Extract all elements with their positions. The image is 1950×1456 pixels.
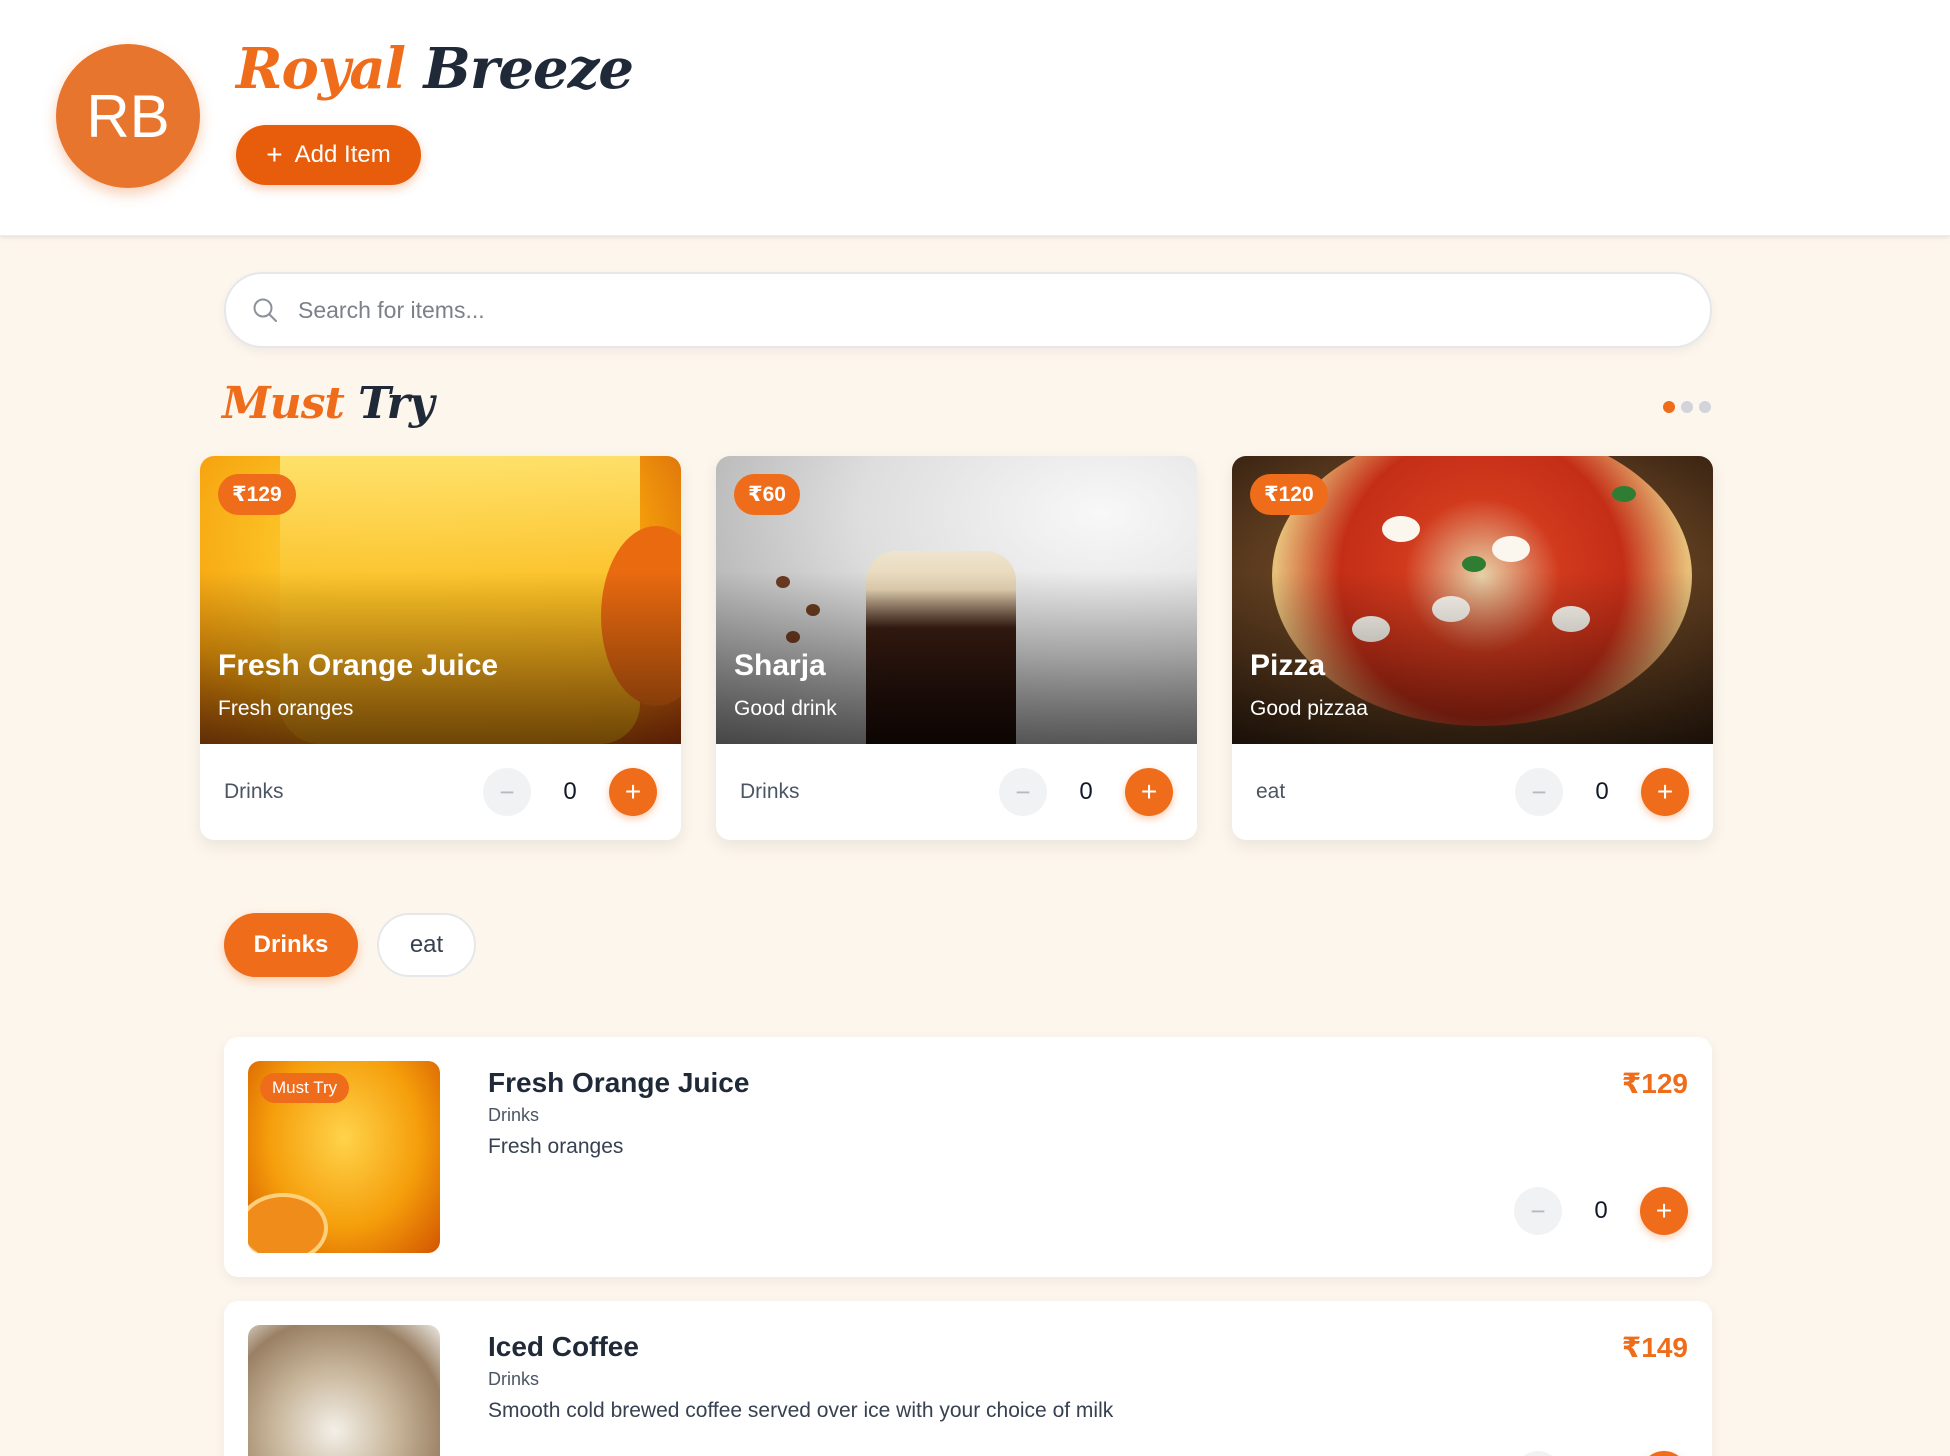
search-bar[interactable] xyxy=(224,272,1712,348)
card-image-orange-juice: ₹129 Fresh Orange Juice Fresh oranges xyxy=(200,456,681,744)
item-name: Fresh Orange Juice xyxy=(488,1067,750,1098)
card-name: Fresh Orange Juice xyxy=(218,649,499,682)
brand-title-part2: Breeze xyxy=(423,36,635,102)
brand-title: Royal Breeze xyxy=(236,36,635,102)
item-description: Fresh oranges xyxy=(488,1135,624,1158)
decrease-button[interactable]: − xyxy=(999,768,1047,816)
card-description: Fresh oranges xyxy=(218,697,354,720)
avatar-initials: RB xyxy=(86,82,170,150)
carousel-indicator xyxy=(1663,401,1711,413)
must-try-card[interactable]: ₹120 Pizza Good pizzaa eat − 0 + xyxy=(1232,456,1713,840)
search-icon xyxy=(253,298,277,322)
quantity-value: 0 xyxy=(1594,1197,1608,1224)
quantity-stepper: − 0 + xyxy=(1514,1187,1688,1235)
quantity-value: 0 xyxy=(563,778,577,805)
menu-list-item[interactable]: Must Try Fresh Orange Juice Drinks Fresh… xyxy=(224,1037,1712,1277)
minus-icon: − xyxy=(499,776,515,807)
plus-icon: + xyxy=(266,139,283,170)
carousel-dot[interactable] xyxy=(1699,401,1711,413)
item-price: ₹149 xyxy=(1621,1332,1688,1363)
carousel-dot[interactable] xyxy=(1663,401,1675,413)
quantity-stepper: − 0 + xyxy=(999,768,1173,816)
card-image-sharja: ₹60 Sharja Good drink xyxy=(716,456,1197,744)
quantity-stepper: − 0 + xyxy=(1515,768,1689,816)
quantity-value: 0 xyxy=(1079,778,1093,805)
item-name: Iced Coffee xyxy=(488,1331,639,1362)
decrease-button[interactable]: − xyxy=(1514,1187,1562,1235)
card-name: Sharja xyxy=(734,649,826,682)
quantity-stepper: − 0 + xyxy=(483,768,657,816)
card-description: Good drink xyxy=(734,697,837,720)
card-footer: Drinks − 0 + xyxy=(200,744,681,840)
minus-icon: − xyxy=(1531,776,1547,807)
item-category: Drinks xyxy=(488,1105,540,1125)
must-try-card[interactable]: ₹129 Fresh Orange Juice Fresh oranges Dr… xyxy=(200,456,681,840)
add-item-button[interactable]: + Add Item xyxy=(236,125,421,185)
price-badge: ₹129 xyxy=(218,474,296,515)
quantity-value: 0 xyxy=(1595,778,1609,805)
card-footer: eat − 0 + xyxy=(1232,744,1713,840)
must-try-title-part1: Must xyxy=(222,378,345,429)
item-description: Smooth cold brewed coffee served over ic… xyxy=(488,1399,1114,1422)
increase-button[interactable]: + xyxy=(1641,768,1689,816)
card-category: Drinks xyxy=(740,780,800,803)
price-badge: ₹120 xyxy=(1250,474,1328,515)
plus-icon: + xyxy=(1655,1195,1673,1226)
brand-title-part1: Royal xyxy=(236,36,406,102)
decrease-button[interactable]: − xyxy=(483,768,531,816)
increase-button[interactable]: + xyxy=(1640,1187,1688,1235)
category-tab-eat[interactable]: eat xyxy=(377,913,476,977)
carousel-dot[interactable] xyxy=(1681,401,1693,413)
search-input[interactable] xyxy=(298,296,1648,324)
avatar[interactable]: RB xyxy=(56,44,200,188)
card-category: Drinks xyxy=(224,780,284,803)
minus-icon: − xyxy=(1015,776,1031,807)
item-thumbnail xyxy=(248,1325,440,1456)
card-description: Good pizzaa xyxy=(1250,697,1368,720)
minus-icon: − xyxy=(1530,1195,1546,1226)
item-category: Drinks xyxy=(488,1369,540,1389)
increase-button[interactable]: + xyxy=(1125,768,1173,816)
menu-list-item[interactable]: Iced Coffee Drinks Smooth cold brewed co… xyxy=(224,1301,1712,1456)
must-try-title-part2: Try xyxy=(358,378,434,429)
quantity-stepper: − 0 + xyxy=(1514,1451,1688,1456)
card-image-pizza: ₹120 Pizza Good pizzaa xyxy=(1232,456,1713,744)
plus-icon: + xyxy=(1140,776,1158,807)
decrease-button[interactable]: − xyxy=(1514,1451,1562,1456)
add-item-label: Add Item xyxy=(294,141,391,168)
price-badge: ₹60 xyxy=(734,474,800,515)
category-tab-drinks[interactable]: Drinks xyxy=(224,913,358,977)
increase-button[interactable]: + xyxy=(609,768,657,816)
plus-icon: + xyxy=(1656,776,1674,807)
must-try-title: Must Try xyxy=(222,378,434,429)
increase-button[interactable]: + xyxy=(1640,1451,1688,1456)
plus-icon: + xyxy=(624,776,642,807)
card-category: eat xyxy=(1256,780,1286,803)
header: RB Royal Breeze + Add Item xyxy=(0,0,1950,236)
item-price: ₹129 xyxy=(1621,1068,1688,1099)
must-try-card[interactable]: ₹60 Sharja Good drink Drinks − 0 + xyxy=(716,456,1197,840)
must-try-badge: Must Try xyxy=(260,1073,350,1103)
decrease-button[interactable]: − xyxy=(1515,768,1563,816)
card-footer: Drinks − 0 + xyxy=(716,744,1197,840)
card-name: Pizza xyxy=(1250,649,1326,682)
item-thumbnail: Must Try xyxy=(248,1061,440,1253)
